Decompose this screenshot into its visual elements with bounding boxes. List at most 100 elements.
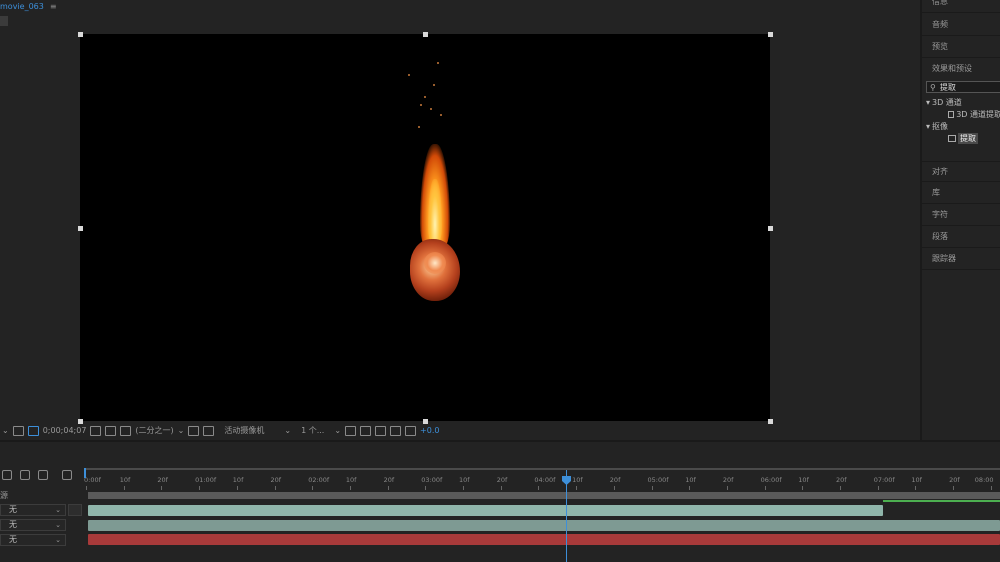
disclosure-triangle-icon[interactable]: ▾ (926, 98, 930, 107)
ruler-tick (349, 486, 351, 490)
layer-track-bar[interactable] (88, 534, 1000, 545)
chevron-down-icon: ⌄ (55, 521, 61, 529)
current-timecode[interactable]: 0;00;04;07 (43, 426, 87, 435)
rock-highlight (424, 252, 446, 274)
timeline-panel: 0:00f 10f 20f 01:00f 10f 20f 02:00f 10f 20f 03:00… (0, 440, 1000, 562)
ruler-tick (161, 486, 163, 490)
tree-category-3d-channel[interactable]: ▾ 3D 通道 (922, 97, 1000, 108)
fast-previews-icon[interactable] (360, 425, 372, 436)
source-column-header: 源 (0, 491, 8, 500)
transparency-grid-icon[interactable] (203, 425, 215, 436)
choose-grid-icon[interactable] (12, 425, 24, 436)
work-area-start-marker[interactable] (84, 468, 86, 478)
ruler-tick-label: 10f (911, 476, 922, 484)
tree-category-keying[interactable]: ▾ 抠像 (922, 121, 1000, 132)
toggle-mask-icon[interactable] (27, 425, 39, 436)
spark-particle (440, 114, 442, 116)
frame-blending-icon[interactable] (20, 470, 30, 480)
ruler-tick (387, 486, 389, 490)
transform-handle[interactable] (423, 32, 428, 37)
layer-track-bar[interactable] (88, 520, 1000, 531)
transform-handle[interactable] (78, 226, 83, 231)
panel-menu-icon[interactable]: ≡ (50, 2, 57, 11)
composition-tab-name[interactable]: movie_063 (0, 2, 44, 11)
resolution-chevron-icon[interactable]: ⌄ (178, 426, 185, 435)
region-of-interest-icon[interactable] (188, 425, 200, 436)
tree-effect-3d-channel-extract[interactable]: 3D 通道提取 (922, 109, 1000, 120)
transform-handle[interactable] (78, 32, 83, 37)
exposure-value[interactable]: +0.0 (420, 426, 439, 435)
panel-effects-presets[interactable]: 效果和预设 (922, 59, 1000, 80)
transform-handle[interactable] (768, 226, 773, 231)
time-ruler[interactable]: 0:00f 10f 20f 01:00f 10f 20f 02:00f 10f 20f 03:00… (84, 468, 1000, 490)
ruler-tick-label: 20f (722, 476, 734, 484)
reset-exposure-icon[interactable] (405, 425, 417, 436)
ruler-tick-label: 20f (496, 476, 508, 484)
lock-icon[interactable] (0, 16, 8, 26)
ruler-tick (199, 486, 201, 490)
comp-marker-icon[interactable] (2, 470, 12, 480)
work-area-bar[interactable] (88, 492, 1000, 499)
spark-particle (430, 108, 432, 110)
color-channel-icon[interactable] (120, 425, 132, 436)
ruler-tick-label: 06:00f (760, 476, 782, 484)
ruler-tick (764, 486, 766, 490)
timeline-icon[interactable] (375, 425, 387, 436)
ruler-bar[interactable] (84, 468, 1000, 470)
ruler-tick (689, 486, 691, 490)
layer-switch-box[interactable] (68, 504, 82, 516)
views-dropdown[interactable]: 1 个... (301, 425, 324, 436)
ruler-tick (840, 486, 841, 490)
motion-blur-icon[interactable] (38, 470, 48, 480)
ruler-tick (651, 486, 653, 490)
panel-align[interactable]: 对齐 (922, 161, 1000, 182)
effects-search-input[interactable]: ⚲ 提取 (926, 81, 1000, 93)
layer-mode-dropdown[interactable]: 无 ⌄ (0, 519, 66, 531)
views-chevron-icon[interactable]: ⌄ (334, 426, 341, 435)
disclosure-triangle-icon[interactable]: ▾ (926, 122, 930, 131)
spark-particle (424, 96, 426, 98)
ruler-tick-label: 10f (345, 476, 357, 484)
chevron-down-icon: ⌄ (55, 536, 61, 544)
ruler-tick (312, 486, 314, 490)
layer-mode-dropdown[interactable]: 无 ⌄ (0, 534, 66, 546)
panel-paragraph[interactable]: 段落 (922, 227, 1000, 248)
ruler-tick-label: 05:00f (647, 476, 669, 484)
composition-tab[interactable]: movie_063 ≡ (0, 0, 57, 12)
ruler-tick (802, 486, 804, 490)
magnification-dropdown[interactable]: ⌄ (2, 426, 9, 435)
transform-handle[interactable] (768, 32, 773, 37)
camera-dropdown[interactable]: 活动摄像机 (224, 425, 264, 436)
panel-tracker[interactable]: 跟踪器 (922, 249, 1000, 270)
panel-library[interactable]: 库 (922, 183, 1000, 204)
ruler-tick (990, 486, 992, 490)
panel-preview[interactable]: 预览 (922, 37, 1000, 58)
panel-info[interactable]: 信息 (922, 0, 1000, 13)
timeline-switches (0, 470, 72, 480)
ruler-tick-label: 10f (572, 476, 583, 484)
tree-category-label: 3D 通道 (932, 98, 962, 107)
snapshot-camera-icon[interactable] (90, 425, 102, 436)
fireball-layer[interactable] (410, 124, 460, 314)
ruler-tick (915, 486, 917, 490)
right-panel-stack: 信息 音频 预览 效果和预设 ⚲ 提取 ▾ 3D 通道 3D 通道提取 ▾ 抠像… (920, 0, 1000, 440)
resolution-dropdown[interactable]: (二分之一) (135, 425, 173, 436)
effect-icon (948, 111, 955, 118)
toggle-pixel-aspect-icon[interactable] (345, 425, 357, 436)
ruler-tick-label: 20f (949, 476, 960, 484)
flowchart-icon[interactable] (390, 425, 402, 436)
panel-character[interactable]: 字符 (922, 205, 1000, 226)
tree-effect-extract[interactable]: 提取 (922, 133, 1000, 144)
ruler-tick-label: 20f (836, 476, 847, 484)
panel-audio[interactable]: 音频 (922, 15, 1000, 36)
camera-chevron-icon[interactable]: ⌄ (284, 426, 291, 435)
composition-canvas[interactable] (80, 34, 770, 421)
search-icon: ⚲ (930, 82, 936, 92)
effects-search-value: 提取 (939, 82, 956, 92)
show-snapshot-icon[interactable] (105, 425, 117, 436)
layer-track-bar[interactable] (88, 505, 883, 516)
ruler-tick-label: 20f (270, 476, 282, 484)
graph-editor-icon[interactable] (62, 470, 72, 480)
layer-mode-dropdown[interactable]: 无 ⌄ (0, 504, 66, 516)
ruler-tick-label: 03:00f (421, 476, 443, 484)
